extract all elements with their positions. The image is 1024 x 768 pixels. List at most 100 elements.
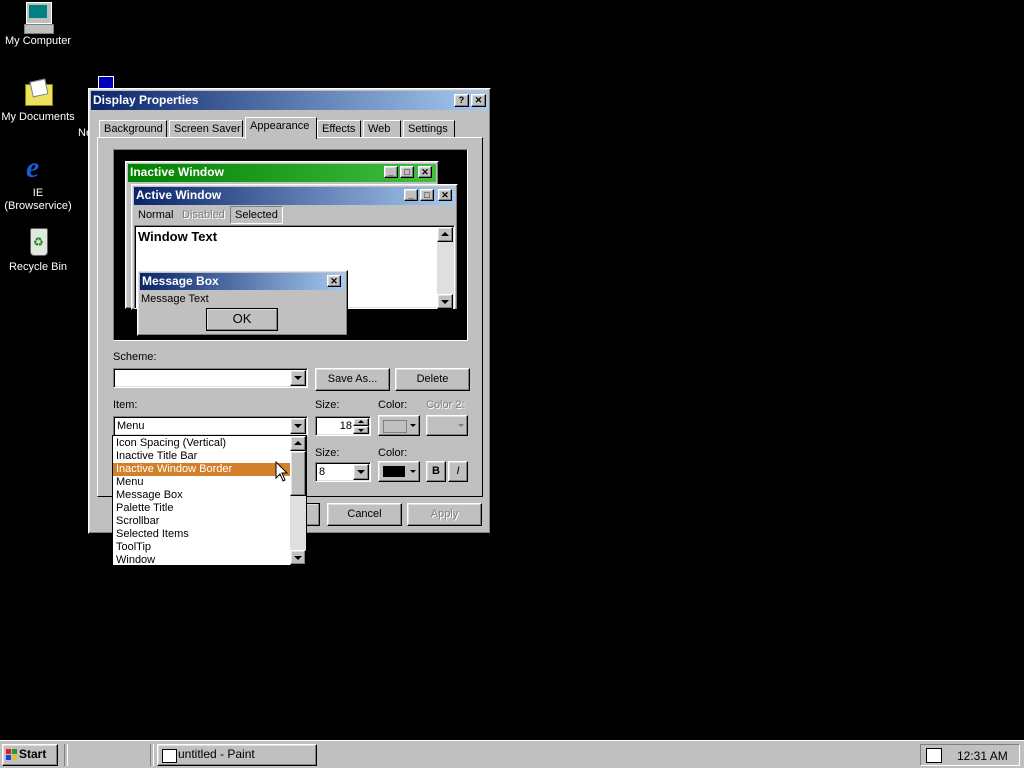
scroll-up-icon[interactable]	[290, 436, 306, 451]
desktop-icon-ie[interactable]: e IE (Browservice)	[0, 152, 76, 213]
close-icon: ✕	[418, 166, 432, 178]
computer-icon	[22, 2, 54, 34]
chevron-down-icon	[410, 465, 416, 473]
color2-picker-button	[426, 415, 468, 436]
save-as-button[interactable]: Save As...	[315, 368, 390, 391]
taskbar: Start untitled - Paint 12:31 AM	[0, 740, 1024, 768]
message-box-title: Message Box	[142, 274, 219, 288]
list-item[interactable]: Message Box	[113, 489, 290, 502]
maximize-icon: □	[420, 189, 434, 201]
menu-item-disabled: Disabled	[182, 209, 225, 221]
task-label: untitled - Paint	[178, 747, 255, 761]
item-list: Icon Spacing (Vertical) Inactive Title Ba…	[113, 437, 290, 565]
italic-button[interactable]: I	[448, 461, 468, 482]
menu-item-normal: Normal	[138, 209, 174, 221]
font-size-label: Size:	[315, 447, 340, 459]
save-as-label: Save As...	[327, 373, 378, 385]
preview-message-box: Message Box ✕ Message Text OK	[137, 270, 348, 336]
preview-area: Inactive Window _ □ ✕ Active Window _ □ …	[113, 149, 468, 341]
list-item[interactable]: Inactive Window Border	[113, 463, 290, 476]
cancel-button[interactable]: Cancel	[327, 503, 402, 526]
item-dropdown[interactable]: Menu	[113, 416, 308, 436]
recycle-bin-icon: ♻	[22, 226, 54, 258]
minimize-icon: _	[404, 189, 418, 201]
font-size-value: 8	[319, 466, 326, 478]
item-dropdown-list[interactable]: Icon Spacing (Vertical) Inactive Title Ba…	[112, 435, 307, 566]
color-label: Color:	[378, 399, 408, 411]
font-size-dropdown[interactable]: 8	[315, 462, 371, 482]
clock[interactable]: 12:31 AM	[957, 749, 1008, 763]
tab-settings[interactable]: Settings	[403, 120, 455, 138]
delete-label: Delete	[416, 373, 449, 385]
close-button[interactable]: ✕	[471, 94, 486, 107]
desktop-icon-recycle-bin[interactable]: ♻ Recycle Bin	[0, 226, 76, 273]
desktop-icon-label: My Computer	[4, 35, 72, 47]
list-item[interactable]: Icon Spacing (Vertical)	[113, 437, 290, 450]
delete-button[interactable]: Delete	[395, 368, 470, 391]
active-window-title: Active Window	[136, 188, 222, 202]
scroll-down-icon	[437, 294, 453, 309]
quick-launch-divider	[64, 744, 68, 766]
tab-appearance[interactable]: Appearance	[245, 117, 317, 139]
tab-label: Screen Saver	[174, 123, 241, 135]
message-text: Message Text	[141, 293, 209, 305]
chevron-down-icon[interactable]	[290, 418, 306, 434]
tab-label: Settings	[408, 123, 448, 135]
list-item[interactable]: Scrollbar	[113, 515, 290, 528]
window-text: Window Text	[138, 229, 218, 244]
bold-icon: B	[432, 465, 440, 477]
scroll-up-icon	[437, 227, 453, 242]
chevron-down-icon[interactable]	[290, 370, 306, 386]
spin-down-icon[interactable]	[353, 426, 369, 434]
list-item[interactable]: Menu	[113, 476, 290, 489]
tab-effects[interactable]: Effects	[317, 120, 361, 138]
ok-button: OK	[206, 308, 278, 331]
close-icon: ✕	[438, 189, 452, 201]
scheme-dropdown[interactable]	[113, 368, 308, 388]
cancel-label: Cancel	[347, 508, 382, 520]
scroll-down-icon[interactable]	[290, 550, 306, 565]
bold-button[interactable]: B	[426, 461, 446, 482]
help-button[interactable]: ?	[454, 94, 469, 107]
color-picker-button[interactable]	[378, 415, 420, 436]
color-swatch	[383, 420, 407, 433]
list-item[interactable]: Selected Items	[113, 528, 290, 541]
desktop-icon-label: Recycle Bin	[8, 261, 68, 273]
list-item[interactable]: Palette Title	[113, 502, 290, 515]
size-spinner[interactable]: 18	[315, 416, 371, 436]
list-item[interactable]: Window	[113, 554, 290, 565]
minimize-icon: _	[384, 166, 398, 178]
menu-item-selected: Selected	[230, 206, 283, 224]
title-bar[interactable]: Display Properties	[91, 91, 488, 110]
spin-up-icon[interactable]	[353, 418, 369, 426]
scroll-thumb[interactable]	[290, 451, 306, 496]
desktop-icon-my-computer[interactable]: My Computer	[0, 2, 76, 47]
tab-background[interactable]: Background	[99, 120, 167, 138]
window-title: Display Properties	[93, 93, 199, 107]
desktop-icon-label: My Documents	[1, 111, 75, 123]
tab-label: Background	[104, 123, 163, 135]
list-scrollbar[interactable]	[290, 436, 306, 565]
desktop-icon-my-documents[interactable]: My Documents	[0, 78, 76, 123]
folder-icon	[22, 78, 54, 110]
list-item[interactable]: Inactive Title Bar	[113, 450, 290, 463]
tab-web[interactable]: Web	[363, 120, 401, 138]
windows-logo-icon	[6, 749, 18, 761]
system-tray: 12:31 AM	[920, 744, 1020, 766]
item-value: Menu	[117, 420, 145, 432]
message-box-title-bar: Message Box	[140, 273, 345, 290]
chevron-down-icon[interactable]	[353, 464, 369, 480]
scheme-label: Scheme:	[113, 351, 157, 363]
tray-app-icon[interactable]	[926, 748, 942, 763]
start-button[interactable]: Start	[2, 744, 58, 766]
close-icon: ✕	[327, 275, 341, 287]
color2-label: Color 2:	[426, 399, 465, 411]
size-value: 18	[339, 420, 352, 432]
font-color-picker-button[interactable]	[378, 461, 420, 482]
taskbar-button-paint[interactable]: untitled - Paint	[157, 744, 317, 766]
tab-label: Appearance	[250, 120, 310, 132]
chevron-down-icon	[410, 419, 416, 427]
tab-screen-saver[interactable]: Screen Saver	[169, 120, 243, 138]
list-item[interactable]: ToolTip	[113, 541, 290, 554]
apply-label: Apply	[430, 508, 459, 520]
